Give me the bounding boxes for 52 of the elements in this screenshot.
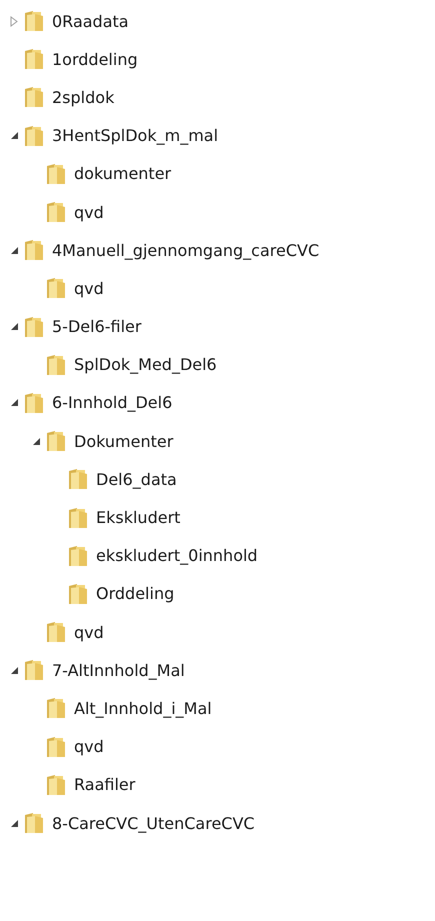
folder-name[interactable]: Orddeling	[96, 584, 174, 604]
expanded-arrow-icon[interactable]	[10, 398, 18, 408]
folder-name[interactable]: 4Manuell_gjennomgang_careCVC	[52, 240, 320, 260]
folder-icon	[68, 468, 88, 490]
folder-icon	[46, 162, 66, 185]
folder-icon	[46, 430, 66, 452]
expanded-arrow-icon[interactable]	[32, 436, 40, 446]
folder-name[interactable]: 2spldok	[52, 88, 114, 107]
folder-name[interactable]: qvd	[74, 202, 104, 222]
folder-icon	[46, 621, 66, 644]
folder-icon	[24, 316, 44, 338]
folder-name[interactable]: Raafiler	[74, 775, 136, 794]
folder-icon	[46, 277, 66, 300]
folder-icon	[24, 124, 44, 147]
folder-icon	[24, 659, 44, 682]
folder-icon	[68, 582, 88, 605]
folder-name[interactable]: 1orddeling	[52, 50, 138, 69]
folder-name[interactable]: qvd	[74, 622, 104, 642]
folder-name[interactable]: Del6_data	[96, 470, 177, 489]
expanded-arrow-icon[interactable]	[10, 666, 18, 675]
folder-name[interactable]: ekskludert_0innhold	[96, 546, 258, 566]
folder-name[interactable]: dokumenter	[74, 164, 172, 184]
folder-icon	[46, 736, 66, 758]
folder-icon	[46, 774, 66, 796]
folder-name[interactable]: Alt_Innhold_i_Mal	[74, 698, 212, 718]
folder-name[interactable]: 3HentSplDok_m_mal	[52, 126, 218, 146]
folder-icon	[46, 354, 66, 376]
expanded-arrow-icon[interactable]	[10, 322, 18, 332]
folder-name[interactable]: 5-Del6-filer	[52, 317, 142, 336]
folder-icon	[68, 506, 88, 529]
folder-name[interactable]: qvd	[74, 278, 104, 298]
folder-icon	[46, 697, 66, 720]
folder-name[interactable]: 7-AltInnhold_Mal	[52, 660, 185, 680]
expanded-arrow-icon[interactable]	[10, 131, 18, 140]
expanded-arrow-icon[interactable]	[10, 818, 18, 828]
folder-icon	[24, 86, 44, 108]
folder-icon	[24, 392, 44, 414]
folder-icon	[24, 239, 44, 262]
folder-icon	[68, 544, 88, 567]
folder-name[interactable]: 6-Innhold_Del6	[52, 393, 172, 412]
folder-name[interactable]: Dokumenter	[74, 432, 174, 451]
folder-name[interactable]: Ekskludert	[96, 508, 180, 528]
folder-icon	[46, 201, 66, 224]
folder-name[interactable]: SplDok_Med_Del6	[74, 355, 217, 374]
folder-name[interactable]: qvd	[74, 737, 104, 756]
folder-name[interactable]: 8-CareCVC_UtenCareCVC	[52, 814, 255, 833]
folder-icon	[24, 10, 44, 32]
folder-icon	[24, 812, 44, 834]
collapsed-arrow-icon[interactable]	[10, 16, 18, 27]
folder-name[interactable]: 0Raadata	[52, 12, 129, 31]
expanded-arrow-icon[interactable]	[10, 246, 18, 255]
folder-icon	[24, 48, 44, 70]
